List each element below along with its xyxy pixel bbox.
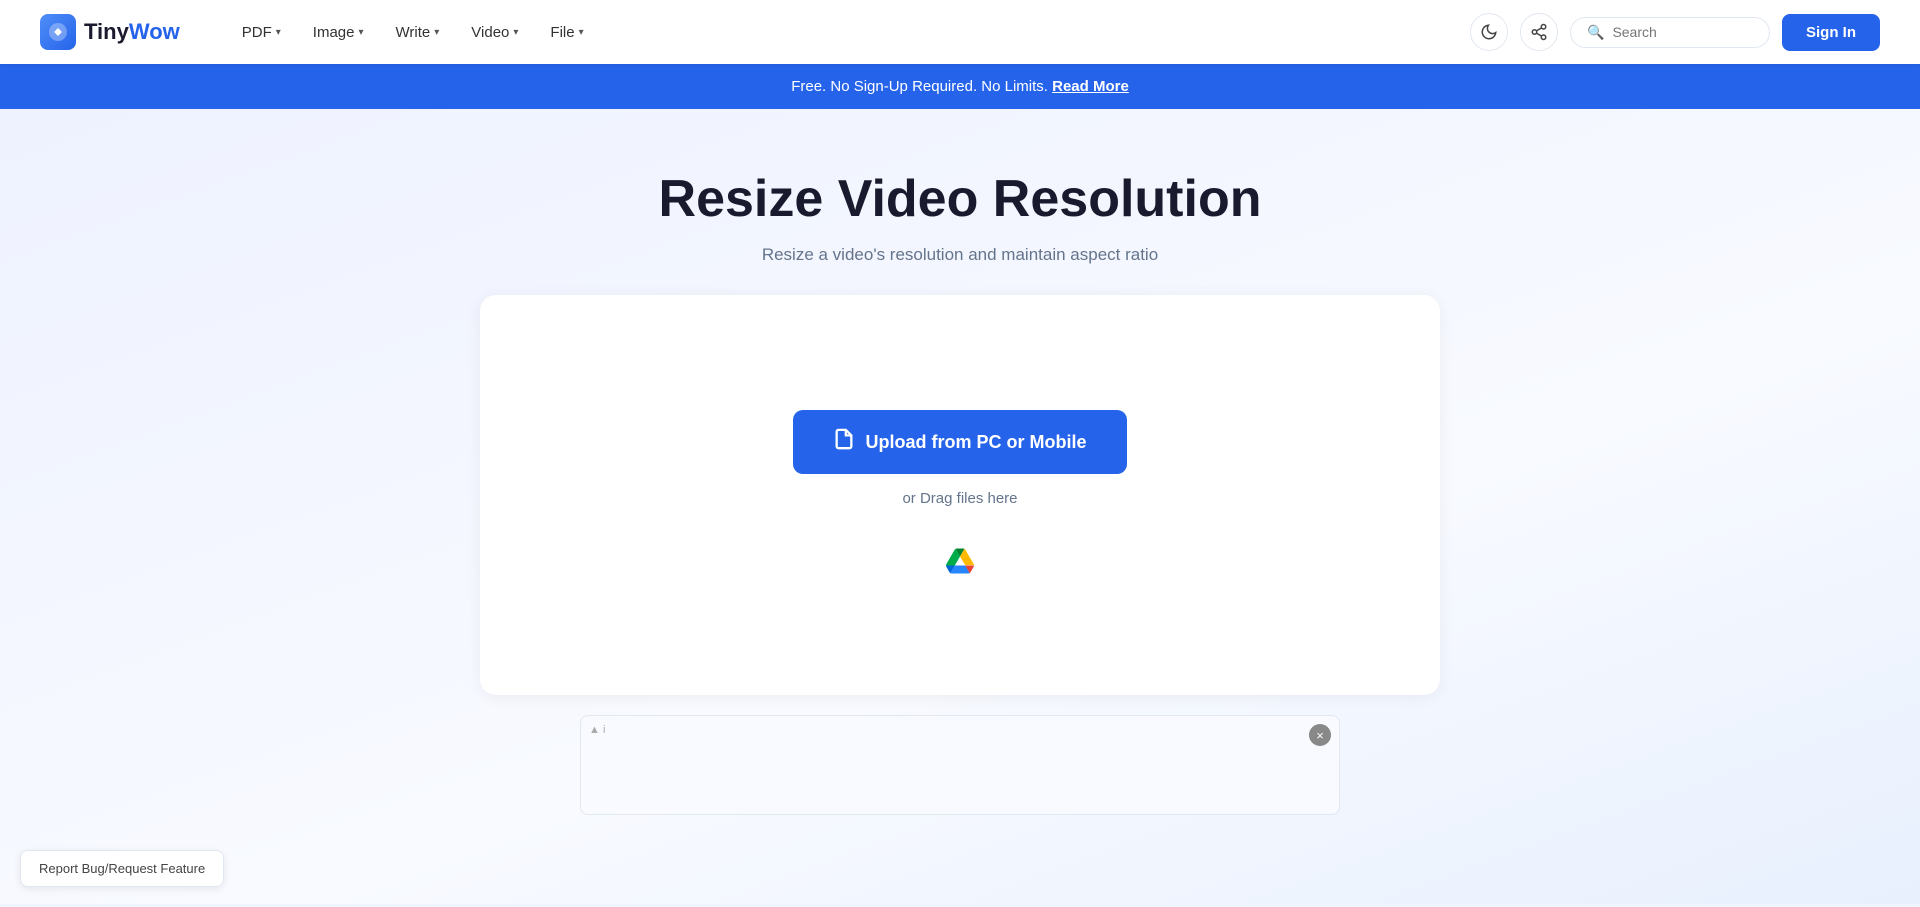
hero-section: Resize Video Resolution Resize a video's… [0,109,1920,295]
nav-write[interactable]: Write ▾ [382,16,454,49]
logo-text: TinyWow [84,19,180,45]
ad-info-label: ▲ i [589,724,605,736]
nav-right: 🔍 Sign In [1470,13,1880,51]
upload-file-icon [833,428,855,456]
logo-icon [40,14,76,50]
search-input[interactable] [1612,24,1753,40]
logo[interactable]: TinyWow [40,14,180,50]
video-chevron-icon: ▾ [513,27,518,38]
image-chevron-icon: ▾ [358,27,363,38]
nav-image[interactable]: Image ▾ [299,16,378,49]
page-title: Resize Video Resolution [20,169,1900,229]
search-box[interactable]: 🔍 [1570,17,1770,48]
search-icon: 🔍 [1587,24,1604,41]
banner-read-more-link[interactable]: Read More [1052,78,1129,95]
banner-text: Free. No Sign-Up Required. No Limits. [791,78,1048,95]
ad-close-button[interactable]: × [1309,724,1331,746]
signin-button[interactable]: Sign In [1782,14,1880,51]
nav-video[interactable]: Video ▾ [457,16,532,49]
dark-mode-button[interactable] [1470,13,1508,51]
upload-wrapper: Upload from PC or Mobile or Drag files h… [460,295,1460,815]
google-drive-icon[interactable] [946,547,974,580]
page-content: Resize Video Resolution Resize a video's… [0,109,1920,904]
bug-report-button[interactable]: Report Bug/Request Feature [20,850,224,887]
upload-button[interactable]: Upload from PC or Mobile [793,410,1126,474]
banner: Free. No Sign-Up Required. No Limits. Re… [0,64,1920,109]
ad-area: ▲ i × [580,715,1340,815]
upload-card: Upload from PC or Mobile or Drag files h… [480,295,1440,695]
page-subtitle: Resize a video's resolution and maintain… [20,245,1900,265]
write-chevron-icon: ▾ [434,27,439,38]
nav-links: PDF ▾ Image ▾ Write ▾ Video ▾ File ▾ [228,16,1470,49]
nav-pdf[interactable]: PDF ▾ [228,16,295,49]
file-chevron-icon: ▾ [579,27,584,38]
navbar: TinyWow PDF ▾ Image ▾ Write ▾ Video ▾ Fi… [0,0,1920,64]
drag-text: or Drag files here [902,490,1017,507]
nav-file[interactable]: File ▾ [536,16,597,49]
share-button[interactable] [1520,13,1558,51]
pdf-chevron-icon: ▾ [276,27,281,38]
